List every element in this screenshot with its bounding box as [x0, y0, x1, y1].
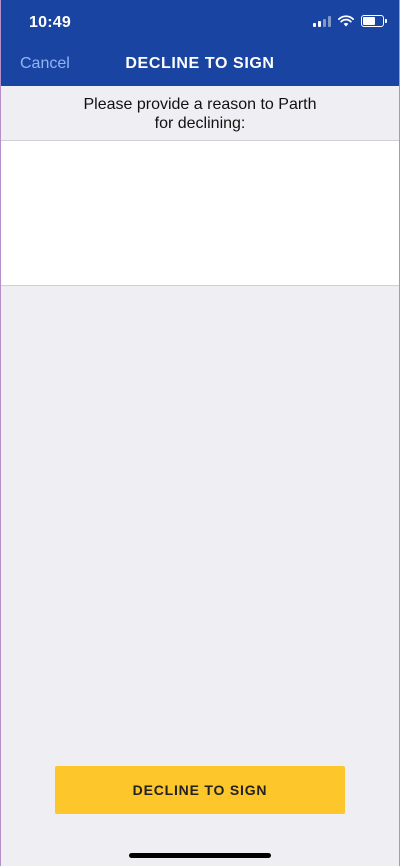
header: 10:49 Cancel DECLINE TO SIGN — [0, 0, 400, 86]
prompt-line-1: Please provide a reason to Parth — [83, 96, 317, 113]
prompt-line-2: for declining: — [154, 115, 246, 132]
nav-bar: Cancel DECLINE TO SIGN — [0, 44, 400, 86]
status-bar: 10:49 — [0, 0, 400, 44]
status-time: 10:49 — [29, 14, 71, 31]
decline-to-sign-button[interactable]: DECLINE TO SIGN — [55, 766, 345, 814]
battery-icon — [361, 15, 387, 27]
wifi-icon — [338, 15, 354, 27]
reason-input[interactable] — [0, 140, 400, 286]
page-title: DECLINE TO SIGN — [125, 55, 275, 72]
decline-reason-prompt: Please provide a reason to Parth for dec… — [0, 95, 400, 133]
status-icons — [313, 15, 387, 27]
home-indicator — [129, 853, 271, 858]
cellular-signal-icon — [313, 15, 331, 27]
